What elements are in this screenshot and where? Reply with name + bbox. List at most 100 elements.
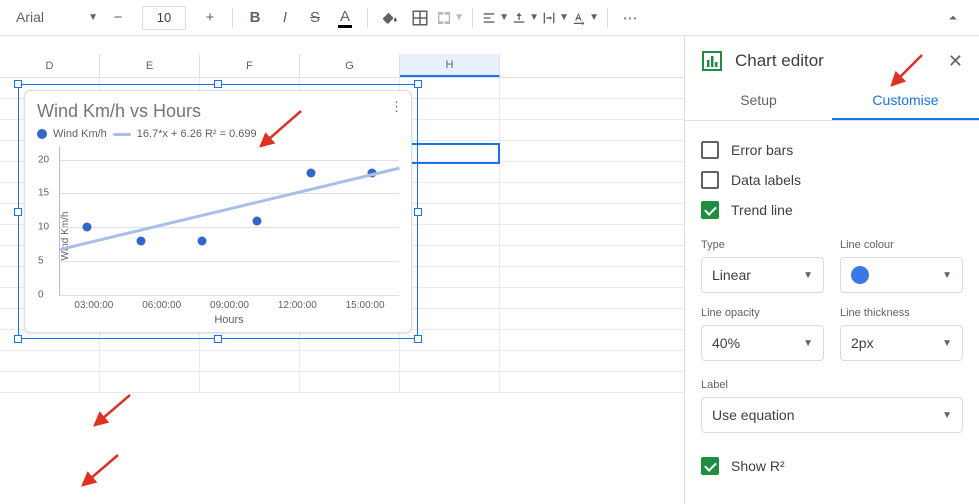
vertical-align-button[interactable]: ▼ xyxy=(511,4,539,32)
chart-title: Wind Km/h vs Hours xyxy=(37,101,399,122)
label-line-thickness: Line thickness xyxy=(840,307,963,319)
x-tick-label: 15:00:00 xyxy=(346,300,385,311)
label-type: Type xyxy=(701,239,824,251)
line-opacity-value: 40% xyxy=(712,335,740,351)
chart-canvas: ⋮ Wind Km/h vs Hours Wind Km/h 16.7*x + … xyxy=(24,90,412,333)
y-tick-label: 15 xyxy=(38,188,49,199)
bold-button[interactable]: B xyxy=(241,4,269,32)
font-size-input[interactable]: 10 xyxy=(142,6,186,30)
resize-handle[interactable] xyxy=(14,208,22,216)
label-label: Label xyxy=(701,379,963,391)
separator xyxy=(472,8,473,28)
italic-button[interactable]: I xyxy=(271,4,299,32)
select-line-colour[interactable]: ▼ xyxy=(840,257,963,293)
colour-swatch-icon xyxy=(851,266,869,284)
panel-header: Chart editor ✕ xyxy=(685,36,979,82)
resize-handle[interactable] xyxy=(14,80,22,88)
column-header[interactable]: G xyxy=(300,54,400,77)
checkbox-error-bars[interactable] xyxy=(701,141,719,159)
y-tick-label: 10 xyxy=(38,222,49,233)
horizontal-align-button[interactable]: ▼ xyxy=(481,4,509,32)
resize-handle[interactable] xyxy=(414,335,422,343)
legend-trend-label: 16.7*x + 6.26 R² = 0.699 xyxy=(137,128,257,140)
column-headers: D E F G H xyxy=(0,54,684,78)
panel-body: Error bars Data labels Trend line Type L… xyxy=(685,121,979,504)
strikethrough-button[interactable]: S xyxy=(301,4,329,32)
chart-legend: Wind Km/h 16.7*x + 6.26 R² = 0.699 xyxy=(37,128,399,140)
resize-handle[interactable] xyxy=(14,335,22,343)
tab-customise[interactable]: Customise xyxy=(832,82,979,120)
editor-tabs: Setup Customise xyxy=(685,82,979,121)
x-tick-label: 03:00:00 xyxy=(74,300,113,311)
close-icon[interactable]: ✕ xyxy=(948,51,963,72)
text-wrap-button[interactable]: ▼ xyxy=(541,4,569,32)
fill-color-button[interactable] xyxy=(376,4,404,32)
trend-label-value: Use equation xyxy=(712,407,795,423)
resize-handle[interactable] xyxy=(414,80,422,88)
chart-icon xyxy=(701,50,723,72)
y-tick-label: 20 xyxy=(38,154,49,165)
data-point xyxy=(198,236,207,245)
chevron-down-icon: ▼ xyxy=(803,270,813,281)
x-tick-label: 09:00:00 xyxy=(210,300,249,311)
font-size-value: 10 xyxy=(157,10,171,25)
resize-handle[interactable] xyxy=(214,80,222,88)
legend-marker-icon xyxy=(37,129,47,139)
checkbox-trend-line[interactable] xyxy=(701,201,719,219)
legend-trend-icon xyxy=(113,133,131,136)
checkbox-data-labels[interactable] xyxy=(701,171,719,189)
x-tick-label: 12:00:00 xyxy=(278,300,317,311)
resize-handle[interactable] xyxy=(414,208,422,216)
text-color-button[interactable]: A xyxy=(331,4,359,32)
trend-type-value: Linear xyxy=(712,267,751,283)
x-tick-label: 06:00:00 xyxy=(142,300,181,311)
chart-editor-panel: Chart editor ✕ Setup Customise Error bar… xyxy=(684,36,979,504)
spreadsheet-area[interactable]: D E F G H xyxy=(0,36,684,504)
separator xyxy=(367,8,368,28)
column-header[interactable]: D xyxy=(0,54,100,77)
toolbar: Arial ▼ − 10 + B I S A ▼ ▼ ▼ ▼ ▼ ⋯ xyxy=(0,0,979,36)
text-rotation-button[interactable]: ▼ xyxy=(571,4,599,32)
select-trend-type[interactable]: Linear ▼ xyxy=(701,257,824,293)
column-header[interactable]: E xyxy=(100,54,200,77)
label-error-bars: Error bars xyxy=(731,142,793,158)
y-tick-label: 0 xyxy=(38,290,44,301)
x-axis-label: Hours xyxy=(59,314,399,326)
chevron-down-icon: ▼ xyxy=(942,410,952,421)
borders-button[interactable] xyxy=(406,4,434,32)
label-line-colour: Line colour xyxy=(840,239,963,251)
chart-plot-area: 0510152003:00:0006:00:0009:00:0012:00:00… xyxy=(59,146,399,296)
font-size-increase[interactable]: + xyxy=(196,4,224,32)
legend-series-label: Wind Km/h xyxy=(53,128,107,140)
label-data-labels: Data labels xyxy=(731,172,801,188)
merge-cells-button[interactable]: ▼ xyxy=(436,4,464,32)
chevron-down-icon: ▼ xyxy=(88,12,98,23)
collapse-toolbar-button[interactable] xyxy=(939,4,967,32)
chart-menu-button[interactable]: ⋮ xyxy=(390,99,403,115)
checkbox-show-r2[interactable] xyxy=(701,457,719,475)
select-line-opacity[interactable]: 40%▼ xyxy=(701,325,824,361)
column-header[interactable]: H xyxy=(400,54,500,77)
separator xyxy=(232,8,233,28)
font-size-decrease[interactable]: − xyxy=(104,4,132,32)
font-family-value: Arial xyxy=(16,9,44,25)
select-trend-label[interactable]: Use equation ▼ xyxy=(701,397,963,433)
trend-line xyxy=(60,166,400,250)
column-header[interactable]: F xyxy=(200,54,300,77)
select-line-thickness[interactable]: 2px▼ xyxy=(840,325,963,361)
tab-setup[interactable]: Setup xyxy=(685,82,832,120)
resize-handle[interactable] xyxy=(214,335,222,343)
chevron-down-icon: ▼ xyxy=(942,270,952,281)
label-trend-line: Trend line xyxy=(731,202,793,218)
more-tools-button[interactable]: ⋯ xyxy=(616,4,644,32)
data-point xyxy=(252,216,261,225)
chart-object[interactable]: ⋮ Wind Km/h vs Hours Wind Km/h 16.7*x + … xyxy=(18,84,418,339)
separator xyxy=(607,8,608,28)
y-tick-label: 5 xyxy=(38,256,44,267)
data-point xyxy=(83,223,92,232)
panel-title: Chart editor xyxy=(735,51,824,71)
font-family-select[interactable]: Arial ▼ xyxy=(12,5,102,31)
label-show-r2: Show R² xyxy=(731,458,785,474)
chevron-down-icon: ▼ xyxy=(942,338,952,349)
data-point xyxy=(137,236,146,245)
